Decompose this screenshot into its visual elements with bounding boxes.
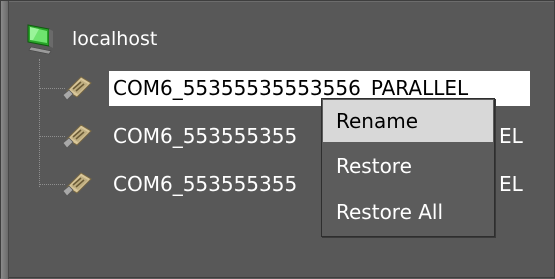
panel-left-edge	[1, 1, 9, 279]
monitor-icon	[27, 24, 53, 55]
context-menu: Rename Restore Restore All	[321, 98, 495, 237]
menu-item-rename[interactable]: Rename	[323, 100, 493, 142]
port-connector-icon	[62, 124, 92, 149]
tree-node-label: COM6_553555355	[113, 172, 298, 196]
tree-panel: localhost COM6_55355535553556_PARALLEL C…	[0, 0, 555, 279]
tree-node-label: COM6_553555355	[113, 124, 298, 148]
menu-item-restore[interactable]: Restore	[323, 145, 493, 187]
port-connector-icon	[62, 76, 92, 101]
tree-connector-vertical	[39, 59, 40, 187]
port-connector-icon	[62, 172, 92, 197]
tree-node-label-tail: EL	[499, 124, 523, 148]
menu-item-restore-all[interactable]: Restore All	[323, 191, 493, 233]
tree-root-label: localhost	[72, 28, 158, 50]
tree-node-label-tail: EL	[499, 172, 523, 196]
